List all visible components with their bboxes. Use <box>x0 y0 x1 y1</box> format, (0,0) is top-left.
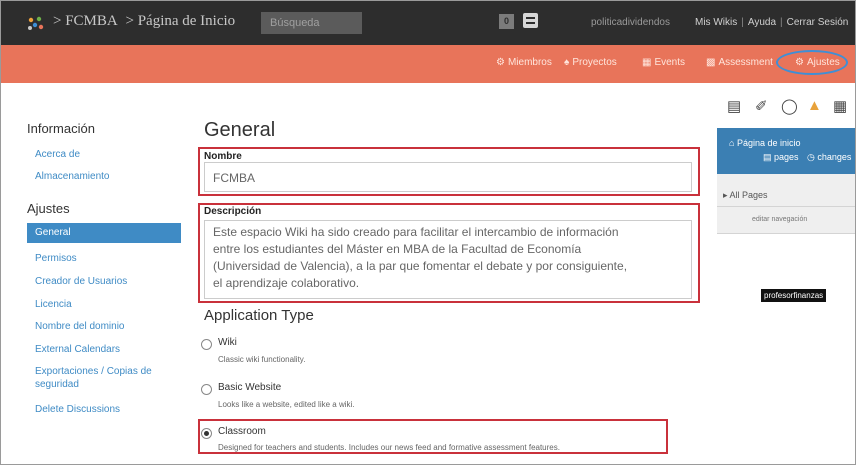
home-page-label: Página de inicio <box>736 138 801 148</box>
search-input[interactable]: Búsqueda <box>261 12 362 34</box>
info-heading: Información <box>27 121 95 136</box>
description-line: Este espacio Wiki ha sido creado para fa… <box>213 225 619 239</box>
nav-events[interactable]: ▦ Events <box>642 57 685 68</box>
sidebar-item-exports[interactable]: Exportaciones / Copias de <box>27 366 181 377</box>
description-line: el aprendizaje colaborativo. <box>213 276 360 290</box>
notification-icon[interactable]: 0 <box>499 14 514 29</box>
option-wiki-label[interactable]: Wiki <box>218 337 237 348</box>
sitemap-icon[interactable]: ▲ <box>807 97 822 114</box>
radio-basic-website[interactable] <box>201 384 212 395</box>
nav-settings[interactable]: ⚙ Ajustes <box>795 57 840 68</box>
nav-events-label: Events <box>654 57 686 68</box>
nav-settings-label: Ajustes <box>806 57 840 68</box>
description-label: Descripción <box>204 206 262 217</box>
my-wikis-link[interactable]: Mis Wikis <box>695 17 737 28</box>
sidebar-item-user-creator[interactable]: Creador de Usuarios <box>27 276 181 287</box>
radio-classroom[interactable] <box>201 428 212 439</box>
pages-label: pages <box>774 152 799 162</box>
gear-icon: ⚙ <box>795 57 804 68</box>
wikispaces-logo-icon[interactable] <box>27 16 45 32</box>
breadcrumb: > FCMBA > Página de Inicio <box>53 13 239 30</box>
user-tooltip: profesorfinanzas <box>761 289 827 302</box>
comment-icon[interactable]: ◯ <box>781 97 798 115</box>
help-link[interactable]: Ayuda <box>748 17 776 28</box>
calendar-icon: ▦ <box>642 57 652 68</box>
page-tools: ▤ ✐ ◯ ▲ ▦ <box>727 97 855 119</box>
app-type-title: Application Type <box>204 307 314 324</box>
option-basic-website-label[interactable]: Basic Website <box>218 382 281 393</box>
name-field[interactable]: FCMBA <box>204 162 692 192</box>
nav-projects-label: Proyectos <box>572 57 617 68</box>
breadcrumb-page[interactable]: > Página de Inicio <box>125 13 235 29</box>
page-title: General <box>204 119 276 141</box>
projects-icon: ♠ <box>564 57 570 68</box>
top-bar: > FCMBA > Página de Inicio Búsqueda 0 po… <box>1 1 855 45</box>
sidebar-item-exports-cont[interactable]: seguridad <box>27 379 181 390</box>
wiki-nav-bar: ⚙ Miembros ♠ Proyectos ▦ Events ▩ Assessment… <box>1 45 855 83</box>
home-page-box[interactable]: ⌂ Página de inicio ▤ pages ◷ changes <box>717 128 855 174</box>
page-icon[interactable]: ▤ <box>727 97 741 115</box>
account-links: Mis Wikis | Ayuda | Cerrar Sesión <box>695 17 848 28</box>
assessment-icon: ▩ <box>706 57 716 68</box>
sidebar-item-about[interactable]: Acerca de <box>27 149 181 160</box>
changes-link[interactable]: ◷ changes <box>807 152 851 163</box>
edit-navigation-link[interactable]: editar navegación <box>752 216 807 223</box>
option-basic-website-desc: Looks like a website, edited like a wiki… <box>218 400 355 409</box>
breadcrumb-wiki[interactable]: > FCMBA <box>53 13 118 29</box>
description-line: entre los estudiantes del Máster en MBA … <box>213 242 582 256</box>
sidebar-item-license[interactable]: Licencia <box>27 299 181 310</box>
username-link[interactable]: politicadividendos <box>591 17 670 28</box>
settings-heading: Ajustes <box>27 201 70 216</box>
all-pages-label: All Pages <box>729 190 768 200</box>
option-classroom-label[interactable]: Classroom <box>218 426 266 437</box>
changes-label: changes <box>817 152 852 162</box>
separator: | <box>741 17 744 28</box>
members-icon: ⚙ <box>496 57 505 68</box>
pages-link[interactable]: ▤ pages <box>763 152 799 163</box>
nav-assessment-label: Assessment <box>718 57 773 68</box>
radio-wiki[interactable] <box>201 339 212 350</box>
option-classroom-desc: Designed for teachers and students. Incl… <box>218 443 560 452</box>
sidebar-item-external-calendars[interactable]: External Calendars <box>27 344 181 355</box>
nav-members-label: Miembros <box>507 57 552 68</box>
logout-link[interactable]: Cerrar Sesión <box>787 17 849 28</box>
sidebar-item-domain[interactable]: Nombre del dominio <box>27 321 181 332</box>
sidebar-item-general[interactable]: General <box>27 223 181 243</box>
nav-projects[interactable]: ♠ Proyectos <box>564 57 617 68</box>
sidebar-item-storage[interactable]: Almacenamiento <box>27 171 181 182</box>
name-label: Nombre <box>204 151 242 162</box>
option-wiki-desc: Classic wiki functionality. <box>218 355 306 364</box>
nav-members[interactable]: ⚙ Miembros <box>496 57 552 68</box>
calendar-icon[interactable]: ▦ <box>833 97 847 115</box>
sidebar-item-permissions[interactable]: Permisos <box>27 253 181 264</box>
divider <box>717 206 855 207</box>
sidebar-item-delete-discussions[interactable]: Delete Discussions <box>27 404 181 415</box>
messages-icon[interactable] <box>523 13 538 28</box>
home-page-link[interactable]: ⌂ Página de inicio <box>729 138 800 148</box>
app-window: > FCMBA > Página de Inicio Búsqueda 0 po… <box>0 0 856 465</box>
separator: | <box>780 17 783 28</box>
description-line: (Universidad de Valencia), a la par que … <box>213 259 628 273</box>
attach-icon[interactable]: ✐ <box>755 97 768 115</box>
navigation-panel: ▸ All Pages editar navegación <box>717 174 855 234</box>
description-field[interactable]: Este espacio Wiki ha sido creado para fa… <box>204 220 692 299</box>
all-pages-link[interactable]: ▸ All Pages <box>723 190 768 201</box>
nav-assessment[interactable]: ▩ Assessment <box>706 57 773 68</box>
